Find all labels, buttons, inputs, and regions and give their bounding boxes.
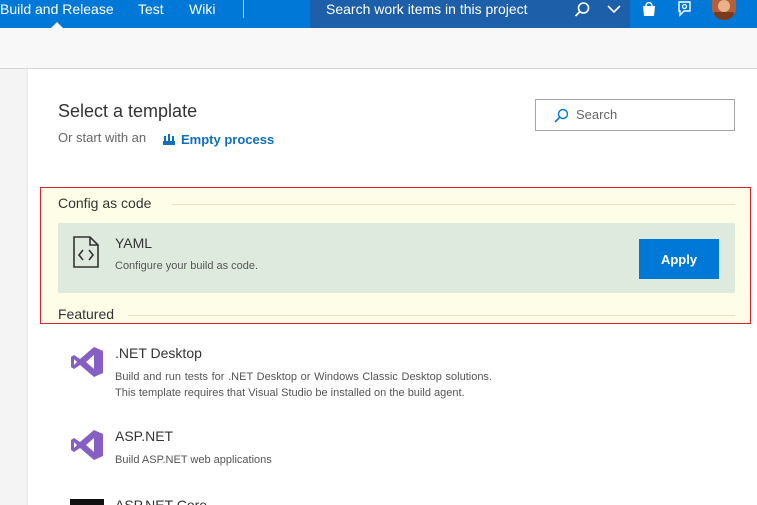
section-divider: [128, 315, 735, 316]
yaml-title: YAML: [115, 235, 153, 251]
nav-build-and-release-label: Build and Release: [0, 1, 114, 17]
yaml-template-card[interactable]: [58, 223, 735, 293]
nav-test-label: Test: [138, 1, 164, 17]
config-as-code-heading: Config as code: [58, 195, 152, 211]
template-description: Build ASP.NET web applications: [115, 454, 272, 466]
template-search-input[interactable]: Search: [535, 99, 735, 131]
avatar[interactable]: [712, 0, 736, 20]
nav-divider: [243, 0, 244, 18]
feedback-icon[interactable]: [675, 0, 693, 18]
file-code-icon: [73, 236, 99, 268]
chevron-down-icon[interactable]: [606, 1, 622, 17]
template-title[interactable]: ASP.NET Core: [115, 497, 207, 505]
nav-wiki-label: Wiki: [189, 1, 216, 17]
template-description: Build and run tests for .NET Desktop or …: [115, 371, 492, 399]
top-navigation-bar: Build and Release Test Wiki Search work …: [0, 0, 757, 28]
yaml-description: Configure your build as code.: [115, 260, 259, 272]
subheader-bar: [0, 28, 757, 69]
work-item-search-placeholder: Search work items in this project: [326, 1, 528, 17]
template-title[interactable]: .NET Desktop: [115, 345, 202, 361]
apply-button[interactable]: Apply: [639, 239, 719, 279]
empty-process-label: Empty process: [181, 131, 275, 147]
terminal-icon: [70, 499, 104, 505]
visual-studio-icon: [71, 430, 103, 460]
left-rail: [0, 69, 28, 505]
template-search-placeholder: Search: [576, 107, 618, 122]
section-divider: [172, 204, 735, 205]
featured-heading: Featured: [58, 306, 115, 322]
nav-build-and-release[interactable]: Build and Release: [0, 0, 114, 28]
work-item-search-box[interactable]: Search work items in this project: [310, 0, 630, 28]
pipeline-icon: [163, 134, 175, 145]
nav-wiki[interactable]: Wiki: [189, 0, 215, 28]
template-title[interactable]: ASP.NET: [115, 428, 173, 444]
visual-studio-icon: [71, 347, 103, 377]
shopping-bag-icon[interactable]: [640, 0, 658, 18]
start-with-label: Or start with an: [58, 130, 147, 145]
nav-test[interactable]: Test: [138, 0, 164, 28]
search-icon: [554, 108, 569, 123]
empty-process-link[interactable]: Empty process: [162, 130, 274, 148]
page-title: Select a template: [58, 101, 198, 121]
search-icon[interactable]: [572, 0, 592, 20]
